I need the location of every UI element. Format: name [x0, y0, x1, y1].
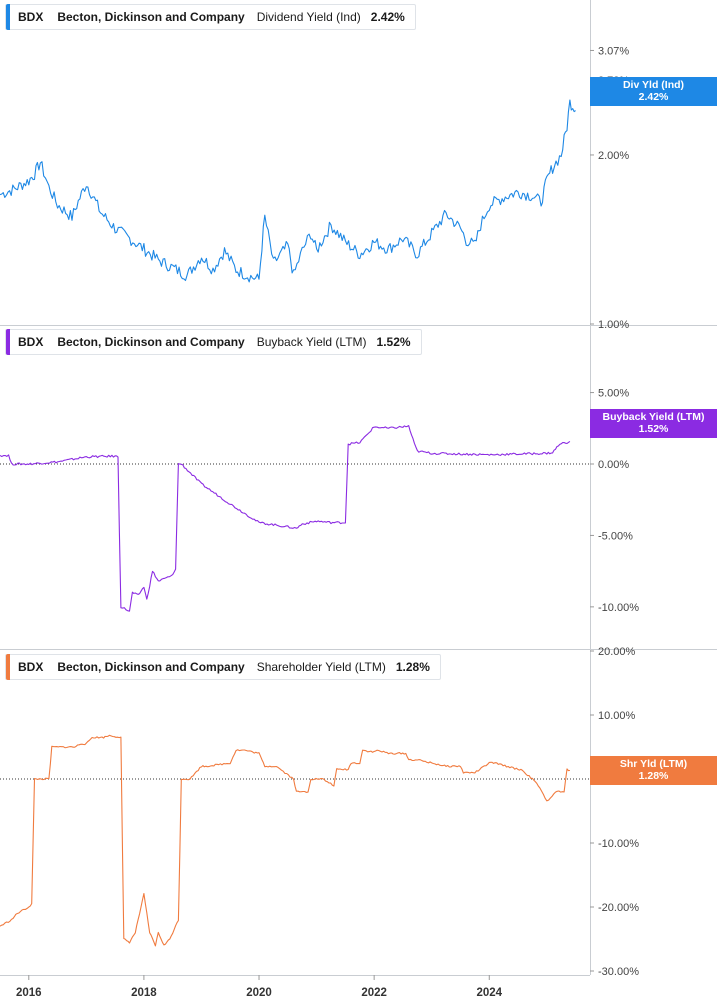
- x-axis: 2016 2018 2020 2022 2024: [16, 975, 503, 999]
- tag-label: Buyback Yield (LTM): [602, 411, 705, 423]
- legend-metric: Buyback Yield (LTM): [256, 335, 367, 349]
- x-tick-label: 2024: [476, 987, 502, 999]
- legend-ticker: BDX: [18, 660, 44, 674]
- y-tick-label-dividend: 3.07%: [598, 45, 629, 57]
- panel-separators: [0, 0, 717, 976]
- legend-buyback-yield[interactable]: BDX Becton, Dickinson and Company Buybac…: [5, 329, 422, 355]
- legend-ticker: BDX: [18, 335, 44, 349]
- y-tick-label-shareholder: 10.00%: [598, 710, 636, 722]
- tag-label: Shr Yld (LTM): [619, 758, 688, 770]
- legend-company: Becton, Dickinson and Company: [57, 660, 245, 674]
- legend-value: 1.52%: [376, 335, 411, 349]
- x-tick-label: 2020: [246, 987, 272, 999]
- legend-ticker: BDX: [18, 10, 44, 24]
- legend-metric: Shareholder Yield (LTM): [256, 660, 386, 674]
- x-tick-label: 2018: [131, 987, 157, 999]
- y-tick-label-buyback: 0.00%: [598, 459, 629, 471]
- buyback-yield-panel: 5.00% 0.00% -5.00% -10.00%: [0, 388, 639, 614]
- legend-shareholder-yield[interactable]: BDX Becton, Dickinson and Company Shareh…: [5, 654, 441, 680]
- dividend-yield-panel: 3.07%2.72%2.00%1.00%: [0, 45, 629, 331]
- chart-canvas: 3.07%2.72%2.00%1.00% 5.00%0.00%-5.00%-10…: [0, 0, 717, 999]
- series-line-shareholder: [0, 734, 570, 947]
- legend-company: Becton, Dickinson and Company: [57, 10, 245, 24]
- tag-label: Div Yld (Ind): [622, 79, 685, 91]
- tag-shareholder-yield: Shr Yld (LTM) 1.28%: [590, 756, 717, 785]
- y-tick-label-buyback: -5.00%: [598, 530, 633, 542]
- legend-company: Becton, Dickinson and Company: [57, 335, 245, 349]
- y-tick-label-buyback: 5.00%: [598, 388, 629, 400]
- tag-value: 1.52%: [638, 423, 669, 435]
- legend-swatch-shareholder: [6, 654, 10, 680]
- x-tick-label: 2022: [361, 987, 387, 999]
- legend-swatch-buyback: [6, 329, 10, 355]
- tag-dividend-yield: Div Yld (Ind) 2.42%: [590, 77, 717, 106]
- legend-value: 2.42%: [370, 10, 405, 24]
- x-tick-label: 2016: [16, 987, 42, 999]
- legend-dividend-yield[interactable]: BDX Becton, Dickinson and Company Divide…: [5, 4, 416, 30]
- tag-buyback-yield: Buyback Yield (LTM) 1.52%: [590, 409, 717, 438]
- y-tick-label-buyback: -10.00%: [598, 602, 639, 614]
- tag-value: 1.28%: [638, 770, 669, 782]
- legend-metric: Dividend Yield (Ind): [256, 10, 361, 24]
- y-tick-label-shareholder: -10.00%: [598, 838, 639, 850]
- shareholder-yield-panel: 20.00%10.00%0.00%-10.00%-20.00%-30.00%: [0, 646, 639, 978]
- y-tick-label-shareholder: -30.00%: [598, 966, 639, 978]
- tag-value: 2.42%: [638, 91, 669, 103]
- legend-swatch-dividend: [6, 4, 10, 30]
- y-tick-label-dividend: 1.00%: [598, 319, 629, 331]
- y-tick-label-dividend: 2.00%: [598, 150, 629, 162]
- series-line-buyback: [0, 425, 571, 612]
- series-line-dividend: [0, 99, 576, 283]
- legend-value: 1.28%: [395, 660, 430, 674]
- y-tick-label-shareholder: 20.00%: [598, 646, 636, 658]
- y-tick-label-shareholder: -20.00%: [598, 902, 639, 914]
